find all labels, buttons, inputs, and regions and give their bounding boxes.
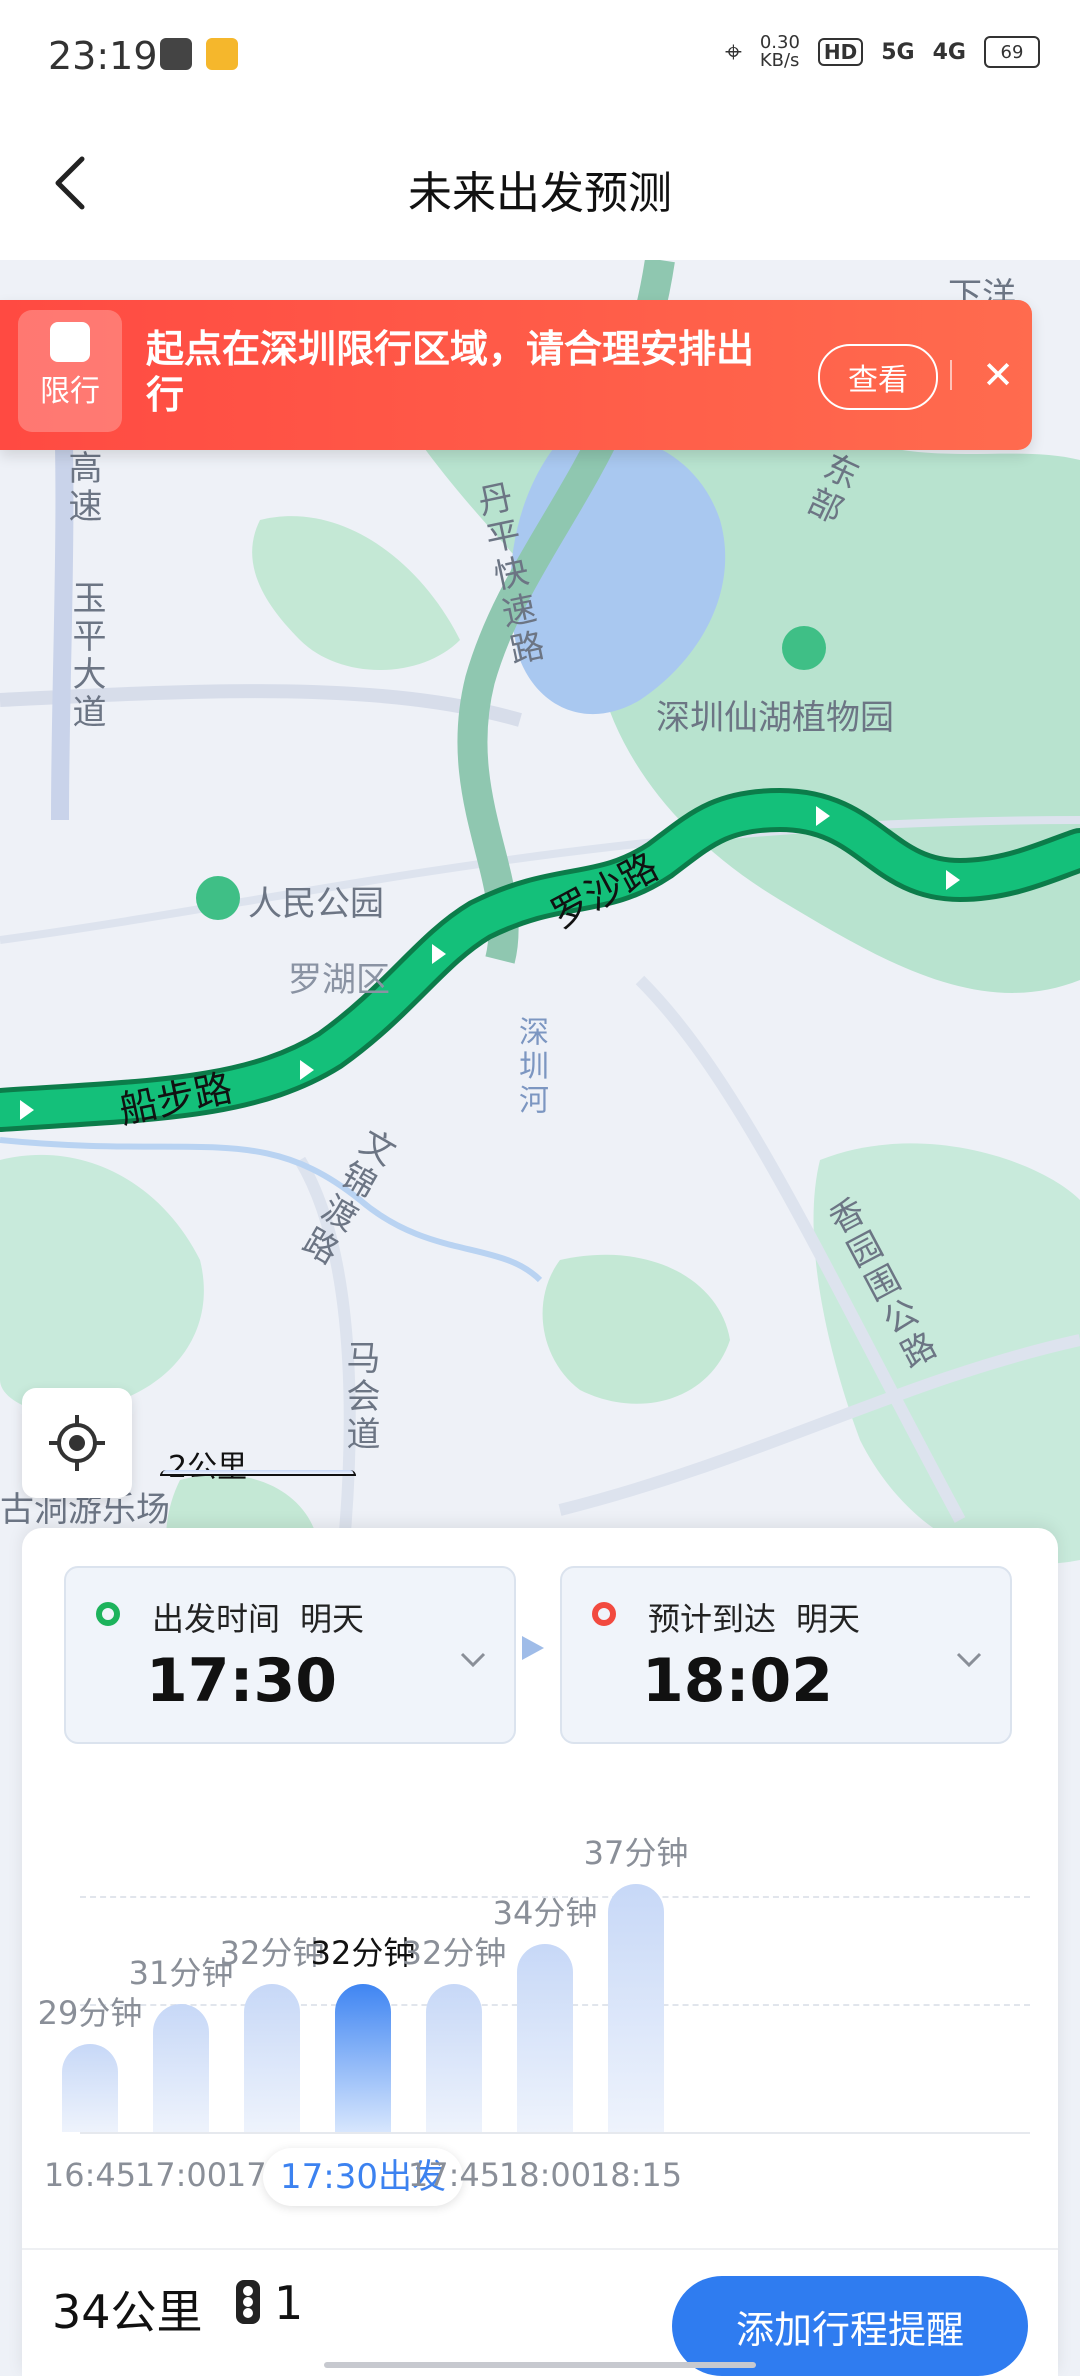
close-icon: ✕ [982,353,1014,397]
restriction-badge-label: 限行 [40,374,100,409]
duration-bar[interactable] [244,1984,300,2132]
arrival-label-text: 预计到达 [648,1600,777,1638]
traffic-light-icon [236,2280,260,2324]
view-button[interactable]: 查看 [818,344,938,410]
home-indicator [324,2362,756,2368]
map-label-luohu: 罗湖区 [288,960,390,1000]
scale-label: 2公里 [168,1450,248,1485]
arrow-right-icon [522,1636,544,1660]
departure-label: 出发时间 明天 [152,1594,364,1640]
duration-bar[interactable] [426,1984,482,2132]
duration-bar[interactable] [153,2004,209,2132]
duration-bar[interactable] [62,2044,118,2132]
scale-bar [160,1470,356,1476]
signal-5g: 5G [881,39,915,65]
duration-label: 37分钟 [583,1834,689,1872]
arrival-day: 明天 [796,1600,861,1638]
crosshair-icon [49,1415,105,1471]
close-banner-button[interactable]: ✕ [968,344,1028,406]
calendar-icon [160,38,192,70]
origin-dot-icon [96,1602,120,1626]
weibo-icon [206,38,238,70]
map-label-mahui: 马会道 [340,1340,380,1454]
document-icon [50,322,90,362]
map-label-park: 人民公园 [248,884,384,924]
duration-label: 29分钟 [37,1994,143,2032]
arrival-time: 18:02 [642,1646,833,1716]
map-label-yuping: 玉平大道 [66,580,106,732]
duration-bar[interactable] [335,1984,391,2132]
route-distance: 34公里 [52,2285,203,2339]
prediction-card: 出发时间 明天 17:30 预计到达 明天 18:02 29分钟 16:45 31分钟 1… [22,1528,1058,2376]
notification-icons [160,38,238,70]
map-label-shenzhenhe: 深圳河 [513,1016,548,1118]
time-tick[interactable]: 18:15 [566,2156,706,2194]
map-label-botanic: 深圳仙湖植物园 [656,698,894,738]
departure-time: 17:30 [146,1646,337,1716]
page-title: 未来出发预测 [408,168,672,219]
net-speed: 0.30 KB/s [759,32,800,71]
traffic-light-count: 1 [274,2276,304,2330]
battery-icon: 69 [984,36,1040,68]
signal-4g: 4G [932,39,966,65]
chevron-down-icon [956,1652,982,1668]
location-icon: ⌖ [724,34,742,70]
restriction-banner: 限行 起点在深圳限行区域，请合理安排出行 查看 ✕ [0,300,1032,450]
destination-dot-icon [592,1602,616,1626]
map-scale: 2公里 [160,1442,356,1485]
chevron-down-icon [460,1652,486,1668]
add-reminder-button[interactable]: 添加行程提醒 [672,2276,1028,2376]
arrival-time-selector[interactable]: 预计到达 明天 18:02 [560,1566,1012,1744]
duration-bar[interactable] [608,1884,664,2132]
card-divider [22,2248,1058,2250]
duration-label: 34分钟 [492,1894,598,1932]
departure-time-selector[interactable]: 出发时间 明天 17:30 [64,1566,516,1744]
locate-button[interactable] [22,1388,132,1498]
chart-baseline [80,2132,1030,2134]
banner-divider [950,360,952,390]
hd-badge: HD [817,38,864,66]
duration-chart[interactable]: 29分钟16:4531分钟17:0032分钟17:1532分钟17:30出发32… [38,1798,1038,2206]
page-header: 未来出发预测 [0,115,1080,260]
departure-label-text: 出发时间 [152,1600,281,1638]
status-time: 23:19 [48,34,158,78]
map-label-gaosu: 高速 [62,450,102,526]
arrival-label: 预计到达 明天 [648,1594,860,1640]
duration-label: 32分钟 [401,1934,507,1972]
duration-bar[interactable] [517,1944,573,2132]
status-bar: 23:19 ⌖ 0.30 KB/s HD 5G 4G 69 [0,0,1080,115]
restriction-message: 起点在深圳限行区域，请合理安排出行 [146,327,755,417]
restriction-badge: 限行 [18,310,122,432]
status-right: ⌖ 0.30 KB/s HD 5G 4G 69 [725,34,1040,70]
departure-day: 明天 [300,1600,365,1638]
